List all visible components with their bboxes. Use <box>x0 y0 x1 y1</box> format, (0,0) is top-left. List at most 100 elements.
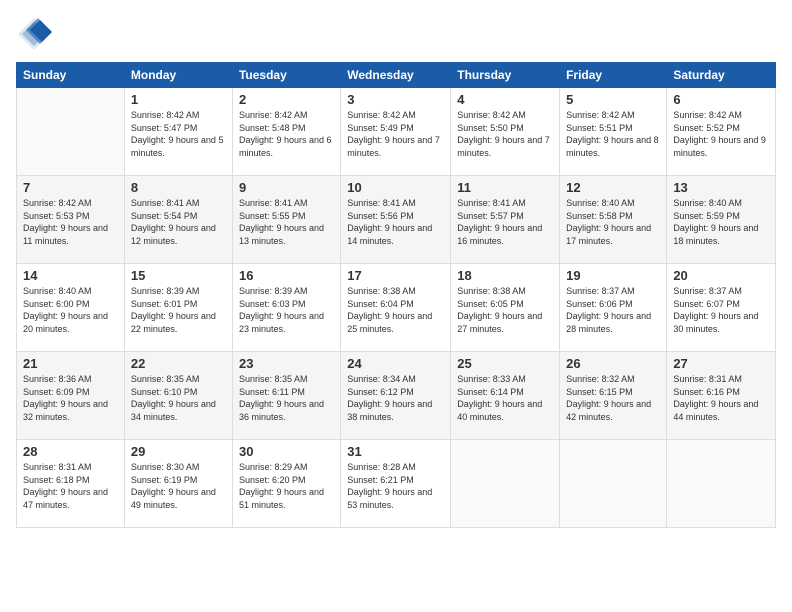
day-info: Sunrise: 8:40 AMSunset: 6:00 PMDaylight:… <box>23 285 118 335</box>
day-number: 4 <box>457 92 553 107</box>
calendar-cell: 16Sunrise: 8:39 AMSunset: 6:03 PMDayligh… <box>232 264 340 352</box>
calendar-cell: 24Sunrise: 8:34 AMSunset: 6:12 PMDayligh… <box>341 352 451 440</box>
day-number: 1 <box>131 92 226 107</box>
day-info: Sunrise: 8:42 AMSunset: 5:47 PMDaylight:… <box>131 109 226 159</box>
day-info: Sunrise: 8:41 AMSunset: 5:54 PMDaylight:… <box>131 197 226 247</box>
calendar-cell: 11 Sunrise: 8:41 AMSunset: 5:57 PMDayligh… <box>451 176 560 264</box>
calendar-week-4: 21 Sunrise: 8:36 AMSunset: 6:09 PMDayligh… <box>17 352 776 440</box>
calendar-cell: 31Sunrise: 8:28 AMSunset: 6:21 PMDayligh… <box>341 440 451 528</box>
calendar-cell: 26 Sunrise: 8:32 AMSunset: 6:15 PMDayligh… <box>560 352 667 440</box>
page: SundayMondayTuesdayWednesdayThursdayFrid… <box>0 0 792 612</box>
day-number: 15 <box>131 268 226 283</box>
calendar-cell: 12 Sunrise: 8:40 AMSunset: 5:58 PMDayligh… <box>560 176 667 264</box>
calendar-cell <box>451 440 560 528</box>
calendar-cell: 14 Sunrise: 8:40 AMSunset: 6:00 PMDayligh… <box>17 264 125 352</box>
day-info: Sunrise: 8:39 AMSunset: 6:03 PMDaylight:… <box>239 285 334 335</box>
day-number: 12 <box>566 180 660 195</box>
calendar-cell: 28 Sunrise: 8:31 AMSunset: 6:18 PMDayligh… <box>17 440 125 528</box>
day-number: 8 <box>131 180 226 195</box>
day-info: Sunrise: 8:35 AMSunset: 6:11 PMDaylight:… <box>239 373 334 423</box>
calendar-cell: 9Sunrise: 8:41 AMSunset: 5:55 PMDaylight… <box>232 176 340 264</box>
logo-icon <box>16 16 52 52</box>
day-info: Sunrise: 8:39 AMSunset: 6:01 PMDaylight:… <box>131 285 226 335</box>
day-info: Sunrise: 8:37 AMSunset: 6:06 PMDaylight:… <box>566 285 660 335</box>
day-number: 17 <box>347 268 444 283</box>
day-number: 28 <box>23 444 118 459</box>
calendar-cell: 20 Sunrise: 8:37 AMSunset: 6:07 PMDayligh… <box>667 264 776 352</box>
calendar-cell: 8 Sunrise: 8:41 AMSunset: 5:54 PMDaylight… <box>124 176 232 264</box>
day-info: Sunrise: 8:42 AMSunset: 5:48 PMDaylight:… <box>239 109 334 159</box>
weekday-header-thursday: Thursday <box>451 63 560 88</box>
calendar-cell: 5Sunrise: 8:42 AMSunset: 5:51 PMDaylight… <box>560 88 667 176</box>
calendar-cell: 17 Sunrise: 8:38 AMSunset: 6:04 PMDayligh… <box>341 264 451 352</box>
logo <box>16 16 56 52</box>
day-number: 29 <box>131 444 226 459</box>
calendar-cell <box>17 88 125 176</box>
weekday-header-tuesday: Tuesday <box>232 63 340 88</box>
calendar-cell: 22 Sunrise: 8:35 AMSunset: 6:10 PMDayligh… <box>124 352 232 440</box>
day-number: 6 <box>673 92 769 107</box>
day-info: Sunrise: 8:42 AMSunset: 5:49 PMDaylight:… <box>347 109 444 159</box>
day-number: 30 <box>239 444 334 459</box>
day-number: 18 <box>457 268 553 283</box>
day-number: 23 <box>239 356 334 371</box>
day-number: 20 <box>673 268 769 283</box>
day-info: Sunrise: 8:36 AMSunset: 6:09 PMDaylight:… <box>23 373 118 423</box>
calendar-cell <box>560 440 667 528</box>
weekday-header-monday: Monday <box>124 63 232 88</box>
day-info: Sunrise: 8:29 AMSunset: 6:20 PMDaylight:… <box>239 461 334 511</box>
day-number: 24 <box>347 356 444 371</box>
calendar-cell: 7 Sunrise: 8:42 AMSunset: 5:53 PMDaylight… <box>17 176 125 264</box>
weekday-header-saturday: Saturday <box>667 63 776 88</box>
day-info: Sunrise: 8:32 AMSunset: 6:15 PMDaylight:… <box>566 373 660 423</box>
calendar-week-3: 14 Sunrise: 8:40 AMSunset: 6:00 PMDayligh… <box>17 264 776 352</box>
calendar-cell: 3 Sunrise: 8:42 AMSunset: 5:49 PMDaylight… <box>341 88 451 176</box>
day-info: Sunrise: 8:42 AMSunset: 5:51 PMDaylight:… <box>566 109 660 159</box>
day-info: Sunrise: 8:40 AMSunset: 5:58 PMDaylight:… <box>566 197 660 247</box>
calendar-cell: 19Sunrise: 8:37 AMSunset: 6:06 PMDayligh… <box>560 264 667 352</box>
day-info: Sunrise: 8:42 AMSunset: 5:50 PMDaylight:… <box>457 109 553 159</box>
day-info: Sunrise: 8:28 AMSunset: 6:21 PMDaylight:… <box>347 461 444 511</box>
day-number: 11 <box>457 180 553 195</box>
day-info: Sunrise: 8:33 AMSunset: 6:14 PMDaylight:… <box>457 373 553 423</box>
day-number: 3 <box>347 92 444 107</box>
weekday-header-wednesday: Wednesday <box>341 63 451 88</box>
weekday-header-row: SundayMondayTuesdayWednesdayThursdayFrid… <box>17 63 776 88</box>
calendar-cell: 23 Sunrise: 8:35 AMSunset: 6:11 PMDayligh… <box>232 352 340 440</box>
day-info: Sunrise: 8:31 AMSunset: 6:16 PMDaylight:… <box>673 373 769 423</box>
header <box>16 16 776 52</box>
calendar-cell: 29 Sunrise: 8:30 AMSunset: 6:19 PMDayligh… <box>124 440 232 528</box>
calendar-cell: 10Sunrise: 8:41 AMSunset: 5:56 PMDayligh… <box>341 176 451 264</box>
day-number: 2 <box>239 92 334 107</box>
calendar-cell: 21 Sunrise: 8:36 AMSunset: 6:09 PMDayligh… <box>17 352 125 440</box>
weekday-header-sunday: Sunday <box>17 63 125 88</box>
calendar-cell: 1 Sunrise: 8:42 AMSunset: 5:47 PMDaylight… <box>124 88 232 176</box>
calendar-cell: 15 Sunrise: 8:39 AMSunset: 6:01 PMDayligh… <box>124 264 232 352</box>
day-info: Sunrise: 8:40 AMSunset: 5:59 PMDaylight:… <box>673 197 769 247</box>
calendar-week-1: 1 Sunrise: 8:42 AMSunset: 5:47 PMDaylight… <box>17 88 776 176</box>
day-info: Sunrise: 8:41 AMSunset: 5:57 PMDaylight:… <box>457 197 553 247</box>
day-number: 9 <box>239 180 334 195</box>
day-number: 7 <box>23 180 118 195</box>
day-info: Sunrise: 8:31 AMSunset: 6:18 PMDaylight:… <box>23 461 118 511</box>
day-number: 22 <box>131 356 226 371</box>
day-info: Sunrise: 8:42 AMSunset: 5:53 PMDaylight:… <box>23 197 118 247</box>
day-number: 26 <box>566 356 660 371</box>
day-info: Sunrise: 8:35 AMSunset: 6:10 PMDaylight:… <box>131 373 226 423</box>
day-info: Sunrise: 8:38 AMSunset: 6:05 PMDaylight:… <box>457 285 553 335</box>
day-number: 13 <box>673 180 769 195</box>
calendar-cell: 6Sunrise: 8:42 AMSunset: 5:52 PMDaylight… <box>667 88 776 176</box>
calendar-cell: 4 Sunrise: 8:42 AMSunset: 5:50 PMDaylight… <box>451 88 560 176</box>
day-number: 27 <box>673 356 769 371</box>
day-info: Sunrise: 8:30 AMSunset: 6:19 PMDaylight:… <box>131 461 226 511</box>
day-number: 21 <box>23 356 118 371</box>
calendar-cell: 13 Sunrise: 8:40 AMSunset: 5:59 PMDayligh… <box>667 176 776 264</box>
day-number: 25 <box>457 356 553 371</box>
calendar-week-5: 28 Sunrise: 8:31 AMSunset: 6:18 PMDayligh… <box>17 440 776 528</box>
calendar-table: SundayMondayTuesdayWednesdayThursdayFrid… <box>16 62 776 528</box>
day-number: 14 <box>23 268 118 283</box>
calendar-cell: 27 Sunrise: 8:31 AMSunset: 6:16 PMDayligh… <box>667 352 776 440</box>
day-info: Sunrise: 8:41 AMSunset: 5:56 PMDaylight:… <box>347 197 444 247</box>
day-info: Sunrise: 8:38 AMSunset: 6:04 PMDaylight:… <box>347 285 444 335</box>
day-info: Sunrise: 8:37 AMSunset: 6:07 PMDaylight:… <box>673 285 769 335</box>
